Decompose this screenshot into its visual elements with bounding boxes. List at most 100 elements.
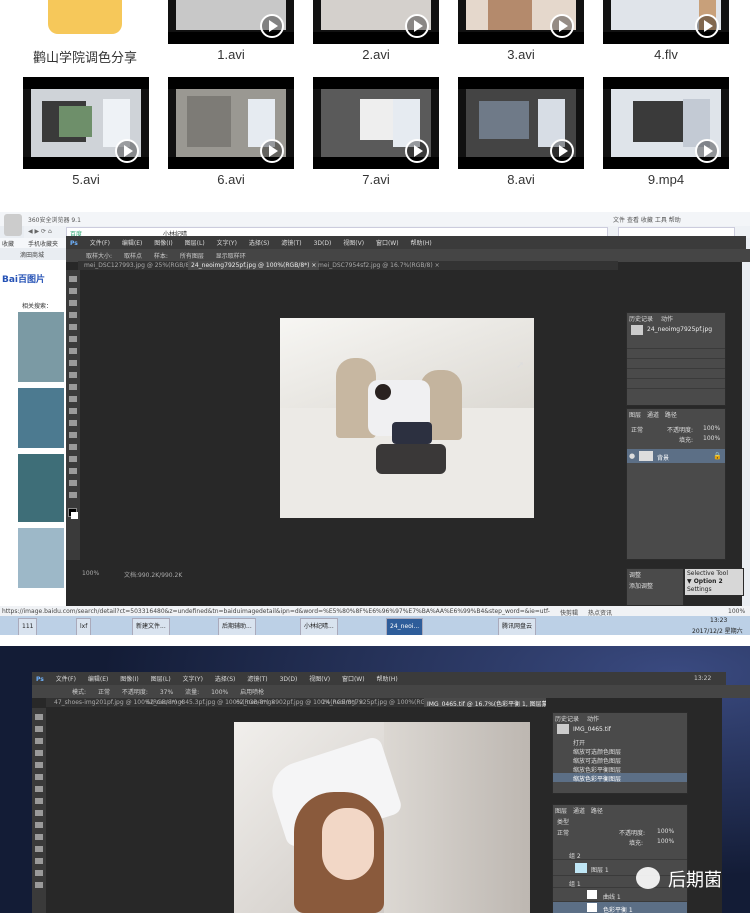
opt2-airbrush[interactable]: 启用喷枪	[240, 689, 264, 696]
history-step[interactable]	[627, 359, 725, 369]
video-thumb-1[interactable]	[168, 0, 294, 44]
crop-tool-icon[interactable]	[69, 324, 77, 330]
move-tool-icon[interactable]	[35, 714, 43, 720]
adjust-tab[interactable]: 调整	[629, 570, 641, 579]
ps-menu-layer[interactable]: 图层(L)	[185, 240, 205, 247]
opt-sample[interactable]: 所有图层	[180, 253, 204, 260]
history-file[interactable]: 24_neoimg7925pf.jpg	[647, 326, 712, 333]
image-result-3[interactable]	[18, 454, 64, 522]
doc-tab-1[interactable]: mei_DSC127993.jpg @ 25%(RGB/8) ×	[84, 262, 198, 269]
eyedropper-tool-icon[interactable]	[35, 774, 43, 780]
zoom-tool-icon[interactable]	[35, 882, 43, 888]
wand-tool-icon[interactable]	[69, 312, 77, 318]
shape-tool-icon[interactable]	[69, 468, 77, 474]
canvas-photo[interactable]	[280, 318, 534, 518]
menu-file[interactable]: 文件	[613, 217, 625, 224]
layer-opacity-value[interactable]: 100%	[703, 425, 720, 432]
layer2-name-layer1[interactable]: 图层 1	[591, 865, 609, 874]
canvas-photo-2[interactable]	[234, 722, 530, 913]
layer-name[interactable]: 背景	[657, 453, 669, 462]
history2-item-3[interactable]: 缩放可选颜色图层	[573, 756, 621, 765]
gradient-tool-icon[interactable]	[69, 408, 77, 414]
tab-actions[interactable]: 动作	[661, 316, 673, 323]
layer2-blend[interactable]: 正常	[557, 828, 569, 837]
crop-tool-icon[interactable]	[35, 762, 43, 768]
doc2-tab-5[interactable]: IMG_0465.tif @ 16.7%(色彩平衡 1, 图层蒙版/8) ×	[424, 698, 546, 707]
stamp-tool-icon[interactable]	[35, 810, 43, 816]
type-tool-icon[interactable]	[35, 858, 43, 864]
play-icon[interactable]	[695, 139, 719, 163]
ps2-menu-view[interactable]: 视图(V)	[309, 676, 330, 683]
video-thumb-4[interactable]	[603, 0, 729, 44]
lasso-tool-icon[interactable]	[35, 738, 43, 744]
eye-icon[interactable]: ●	[629, 452, 635, 460]
ps2-menu-filter[interactable]: 滤镜(T)	[247, 676, 267, 683]
layer2-name-curves[interactable]: 曲线 1	[603, 892, 621, 901]
background-color-icon[interactable]	[71, 512, 78, 519]
selective-settings[interactable]: Settings	[687, 586, 712, 593]
marquee-tool-icon[interactable]	[35, 726, 43, 732]
layer2-row-group2[interactable]: 组 2	[553, 849, 687, 860]
layer2-name-group1[interactable]: 组 1	[569, 879, 581, 888]
history-step[interactable]	[627, 369, 725, 379]
play-icon[interactable]	[550, 139, 574, 163]
gradient-tool-icon[interactable]	[35, 834, 43, 840]
tab2-layers[interactable]: 图层	[555, 808, 567, 815]
doc-tab-3[interactable]: mei_DSC7954sf2.jpg @ 16.7%(RGB/8) ×	[318, 262, 440, 269]
wand-tool-icon[interactable]	[35, 750, 43, 756]
heal-tool-icon[interactable]	[69, 348, 77, 354]
menu-help[interactable]: 帮助	[669, 217, 681, 224]
video-thumb-3[interactable]	[458, 0, 584, 44]
ps-menu-select[interactable]: 选择(S)	[249, 240, 270, 247]
ps2-menu-file[interactable]: 文件(F)	[56, 676, 76, 683]
play-icon[interactable]	[405, 14, 429, 38]
dodge-tool-icon[interactable]	[69, 420, 77, 426]
taskbar-item-browser[interactable]: 小林纪晴...	[300, 618, 338, 635]
taskbar-item-cloud[interactable]: 腾讯网盘云	[498, 618, 537, 635]
zoom-tool-icon[interactable]	[69, 492, 77, 498]
layer2-opacity[interactable]: 100%	[657, 828, 674, 835]
layer2-row-colorbalance[interactable]: 色彩平衡 1	[553, 902, 687, 913]
taskbar-item-newfile[interactable]: 新建文件...	[132, 618, 170, 635]
ps-menu-filter[interactable]: 滤镜(T)	[281, 240, 301, 247]
menu-view[interactable]: 查看	[627, 217, 639, 224]
tab-paths[interactable]: 路径	[665, 412, 677, 419]
brush-tool-icon[interactable]	[35, 798, 43, 804]
ps2-menu-image[interactable]: 图像(I)	[120, 676, 138, 683]
play-icon[interactable]	[550, 14, 574, 38]
ps-menu-window[interactable]: 窗口(W)	[376, 240, 399, 247]
pen-tool-icon[interactable]	[69, 432, 77, 438]
layer2-row-layer1[interactable]: 图层 1	[553, 861, 687, 876]
ps2-menu-select[interactable]: 选择(S)	[215, 676, 236, 683]
fav-item-3[interactable]: 滴田商城	[20, 250, 44, 259]
layer2-fill[interactable]: 100%	[657, 838, 674, 845]
history2-item-5[interactable]: 缩放色彩平衡图层	[573, 774, 621, 783]
ps2-menu-help[interactable]: 帮助(H)	[377, 676, 398, 683]
pen-tool-icon[interactable]	[35, 846, 43, 852]
menu-fav[interactable]: 收藏	[641, 217, 653, 224]
ps-menu-file[interactable]: 文件(F)	[90, 240, 110, 247]
heal-tool-icon[interactable]	[35, 786, 43, 792]
history2-item-2[interactable]: 缩放可选颜色图层	[573, 747, 621, 756]
image-result-4[interactable]	[18, 528, 64, 588]
ps2-menu-window[interactable]: 窗口(W)	[342, 676, 365, 683]
taskbar-item-folder[interactable]: 111	[18, 618, 38, 635]
tab-layers[interactable]: 图层	[629, 412, 641, 419]
tab-history[interactable]: 历史记录	[629, 316, 653, 323]
ps2-menu-3d[interactable]: 3D(D)	[280, 676, 298, 683]
hand-tool-icon[interactable]	[35, 870, 43, 876]
taskbar-item-lxf[interactable]: lxf	[76, 618, 92, 635]
layer2-name-colorbalance[interactable]: 色彩平衡 1	[603, 905, 633, 913]
ps-menu-edit[interactable]: 编辑(E)	[122, 240, 142, 247]
doc-tab-2[interactable]: 24_neoimg7925pf.jpg @ 100%(RGB/8*) ×	[188, 261, 320, 270]
history-step[interactable]	[627, 349, 725, 359]
ps2-menu-type[interactable]: 文字(Y)	[183, 676, 203, 683]
ps2-menu-layer[interactable]: 图层(L)	[151, 676, 171, 683]
history-brush-icon[interactable]	[69, 384, 77, 390]
ps-menu-view[interactable]: 视图(V)	[343, 240, 364, 247]
ps-menu-type[interactable]: 文字(Y)	[217, 240, 237, 247]
taskbar-item-helper[interactable]: 后期辅助...	[218, 618, 256, 635]
video-thumb-2[interactable]	[313, 0, 439, 44]
opt2-opacity[interactable]: 37%	[160, 689, 173, 696]
menu-tools[interactable]: 工具	[655, 217, 667, 224]
